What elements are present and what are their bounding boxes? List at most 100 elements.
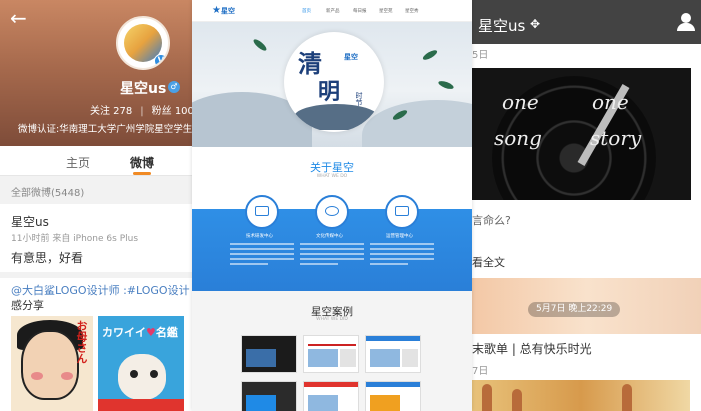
- back-arrow-icon[interactable]: ←: [10, 8, 32, 30]
- post-text: 有意思，好看: [11, 251, 84, 265]
- tab-weibo[interactable]: 微博: [130, 154, 154, 171]
- cases-section: 星空案例 WHAT WE DID: [192, 291, 472, 411]
- thumb-content: [370, 395, 400, 411]
- date-pill: 5月7日 晚上22:29: [528, 302, 621, 317]
- user-icon-body: [677, 23, 695, 31]
- profile-cover: ← V 星空us ♂ 关注 278 | 粉丝 100 微博认证:华南理工大学广州学院…: [0, 0, 196, 146]
- post-image-1[interactable]: お母さん: [11, 316, 93, 411]
- nav-item-show[interactable]: 星空秀: [405, 8, 419, 14]
- post-divider: [0, 272, 196, 278]
- cover-word-3: song: [494, 126, 542, 150]
- logo-text: 星空: [220, 7, 235, 15]
- post-image-2[interactable]: カワイイ♥名鑑: [98, 316, 184, 411]
- feature-ops-icon[interactable]: [385, 195, 419, 229]
- thumb-content: [366, 382, 420, 387]
- article-excerpt: 言命么?: [472, 214, 511, 227]
- nav-item-home[interactable]: 首页: [302, 8, 311, 14]
- thumb-content: [308, 344, 356, 346]
- article-cover-image[interactable]: one one song story: [472, 68, 691, 200]
- ink-mountain: [294, 104, 378, 130]
- article-cover-image-2[interactable]: [472, 380, 690, 411]
- about-subtitle: WHAT WE DO: [316, 174, 348, 179]
- article-feed-panel: 星空us ✥ 5日 one one song story 言命么? 看全文 5月…: [472, 0, 701, 411]
- cover-word-4: story: [590, 126, 642, 150]
- dog-eye-right: [150, 370, 158, 378]
- case-thumbnail[interactable]: [241, 335, 297, 373]
- gender-male-icon: ♂: [168, 81, 180, 93]
- mountain-right: [362, 100, 472, 147]
- feed-title: 星空us: [478, 17, 526, 35]
- castle-tower: [622, 384, 632, 411]
- thumb-content: [304, 382, 358, 387]
- document-icon: [395, 206, 409, 216]
- all-weibo-bar[interactable]: 全部微博(5448): [0, 176, 196, 204]
- image-2-text: カワイイ♥名鑑: [102, 324, 178, 340]
- cheek-left: [31, 372, 43, 380]
- repost-text: 感分享: [11, 299, 44, 312]
- cases-subtitle: WHAT WE DID: [316, 317, 348, 322]
- media-icon: [325, 206, 339, 216]
- article-title[interactable]: 末歌单 | 总有快乐时光: [472, 340, 592, 357]
- castle-tower: [512, 389, 522, 411]
- nav-item-daily[interactable]: 每日报: [353, 8, 367, 14]
- repost-mention[interactable]: @大白鲨LOGO设计师 :#LOGO设计: [11, 282, 190, 298]
- profile-username: 星空us: [120, 81, 167, 97]
- case-thumbnail[interactable]: [365, 381, 421, 411]
- site-nav: ★星空 首页 新产品 每日报 星空苑 星空秀: [192, 0, 472, 22]
- thumb-content: [246, 395, 276, 411]
- hero-banner[interactable]: 清 明 星空 时节: [192, 22, 472, 147]
- thumb-content: [402, 349, 418, 367]
- leaf-decoration: [437, 79, 455, 91]
- avatar[interactable]: V: [116, 16, 170, 70]
- weibo-profile-panel: ← V 星空us ♂ 关注 278 | 粉丝 100 微博认证:华南理工大学广州学院…: [0, 0, 196, 411]
- cheek-right: [61, 372, 73, 380]
- feature-desc-ops: [370, 243, 434, 279]
- thumb-content: [246, 349, 276, 367]
- feature-label-ops: 运营管理中心: [386, 234, 413, 239]
- heart-icon: ♥: [146, 326, 156, 339]
- profile-stats: 关注 278 | 粉丝 100: [90, 102, 194, 117]
- profile-tabs: 主页 微博: [0, 146, 196, 176]
- article-date-2: 7日: [472, 366, 489, 377]
- feature-tech-icon[interactable]: [245, 195, 279, 229]
- article-date: 5日: [472, 50, 489, 61]
- thumb-content: [308, 349, 338, 367]
- image-2-red-strip: [98, 399, 184, 411]
- dog-illustration: [118, 354, 166, 400]
- xingkong-website-panel: ★星空 首页 新产品 每日报 星空苑 星空秀 清 明 星空 时节 关于星空 WH…: [192, 0, 472, 411]
- feature-desc-media: [300, 243, 364, 279]
- feature-media-icon[interactable]: [315, 195, 349, 229]
- case-thumbnail[interactable]: [303, 335, 359, 373]
- fans-count[interactable]: 粉丝 100: [152, 106, 194, 117]
- follow-count[interactable]: 关注 278: [90, 106, 132, 117]
- timestamp-banner: 5月7日 晚上22:29: [472, 278, 701, 334]
- case-thumbnail[interactable]: [241, 381, 297, 411]
- thumb-content: [366, 336, 420, 341]
- thumb-content: [370, 349, 400, 367]
- case-thumbnail[interactable]: [365, 335, 421, 373]
- feature-label-tech: 技术研发中心: [246, 234, 273, 239]
- read-full-link[interactable]: 看全文: [472, 254, 505, 270]
- post-author[interactable]: 星空us: [11, 213, 49, 230]
- about-title: 关于星空: [310, 161, 354, 174]
- nav-item-garden[interactable]: 星空苑: [379, 8, 393, 14]
- dog-eye-left: [130, 370, 138, 378]
- hero-calligraphy-2: 明: [318, 79, 341, 105]
- tab-home[interactable]: 主页: [66, 154, 90, 171]
- castle-tower: [482, 384, 492, 411]
- feature-desc-tech: [230, 243, 294, 279]
- user-profile-icon[interactable]: [677, 13, 695, 31]
- site-logo[interactable]: ★星空: [212, 5, 235, 16]
- image-2-text-b: 名鑑: [155, 326, 178, 339]
- cover-word-1: one: [502, 90, 539, 114]
- verified-icon: V: [154, 54, 168, 68]
- screenshot-collage: ← V 星空us ♂ 关注 278 | 粉丝 100 微博认证:华南理工大学广州学院…: [0, 0, 701, 411]
- case-thumbnail[interactable]: [303, 381, 359, 411]
- radio-wave-icon[interactable]: ✥: [530, 17, 540, 31]
- nav-item-products[interactable]: 新产品: [326, 8, 340, 14]
- thumb-content: [308, 395, 338, 411]
- cover-word-2: one: [592, 90, 629, 114]
- image-2-text-a: カワイイ: [102, 326, 146, 339]
- user-icon-head: [681, 13, 691, 23]
- feature-label-media: 文化传媒中心: [316, 234, 343, 239]
